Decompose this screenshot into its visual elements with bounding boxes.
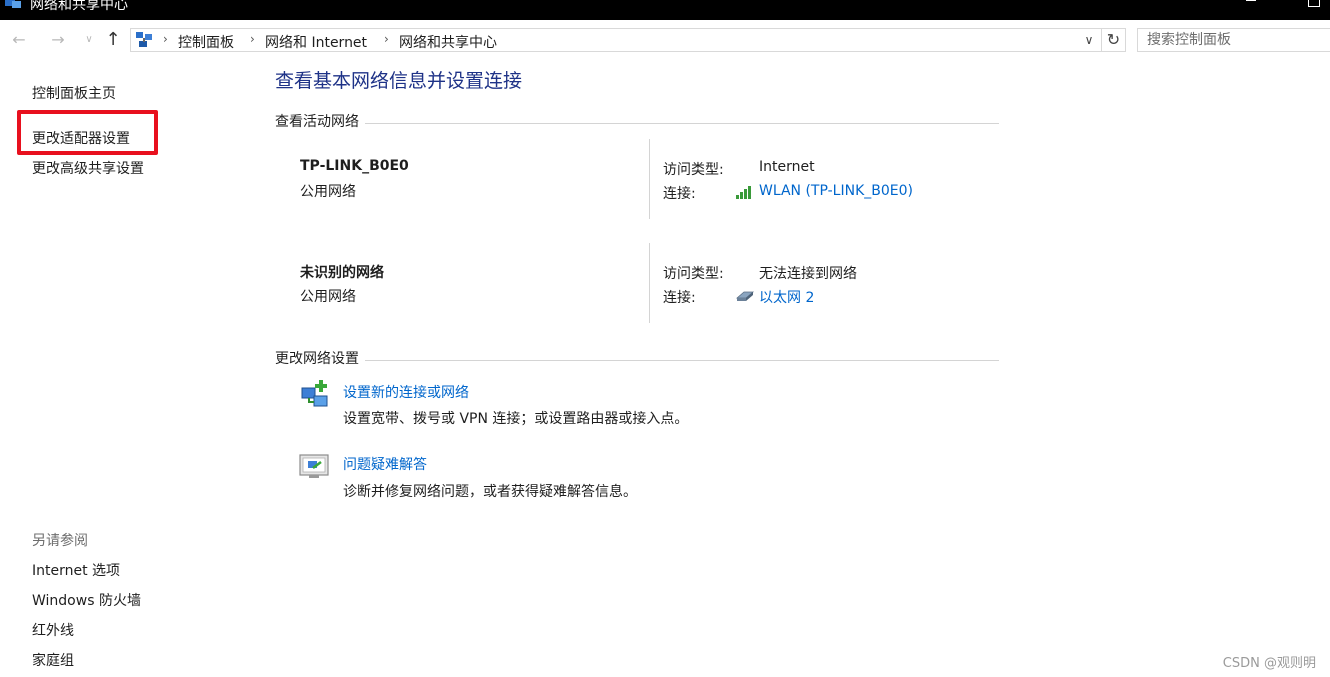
new-connection-icon (301, 380, 328, 407)
connection-label: 连接: (663, 186, 696, 202)
control-panel-network-icon (136, 32, 152, 47)
wlan-connection-link[interactable]: WLAN (TP-LINK_B0E0) (759, 183, 913, 199)
breadcrumb-control-panel[interactable]: 控制面板 (178, 32, 234, 52)
infrared-link[interactable]: 红外线 (32, 620, 74, 640)
setup-new-connection-description: 设置宽带、拨号或 VPN 连接；或设置路由器或接入点。 (343, 411, 689, 427)
breadcrumb-separator-icon: › (384, 32, 389, 46)
network-center-icon (5, 0, 21, 8)
forward-arrow-icon[interactable]: → (48, 30, 68, 50)
network-category[interactable]: 公用网络 (300, 286, 356, 306)
troubleshoot-problems-link[interactable]: 问题疑难解答 (343, 454, 427, 474)
search-input[interactable] (1138, 29, 1330, 51)
ethernet-icon (735, 291, 755, 301)
breadcrumb-separator-icon: › (163, 32, 168, 46)
navigation-bar: ← → ∨ ↑ › 控制面板 › 网络和 Internet › 网络和共享中心 … (0, 20, 1330, 62)
watermark-text: CSDN @观则明 (1222, 656, 1316, 671)
access-type-value: Internet (759, 159, 815, 175)
see-also-heading: 另请参阅 (32, 533, 88, 549)
change-settings-heading: 更改网络设置 (275, 348, 365, 368)
breadcrumb-network-internet[interactable]: 网络和 Internet (265, 32, 367, 52)
left-pane: 控制面板主页 更改适配器设置 更改高级共享设置 另请参阅 Internet 选项… (0, 62, 260, 677)
active-networks-heading: 查看活动网络 (275, 111, 365, 131)
breadcrumb-network-sharing-center[interactable]: 网络和共享中心 (399, 32, 497, 52)
network-category[interactable]: 公用网络 (300, 181, 356, 201)
title-bar: 网络和共享中心 (0, 0, 1330, 20)
windows-firewall-link[interactable]: Windows 防火墙 (32, 590, 141, 610)
recent-locations-chevron-icon[interactable]: ∨ (79, 30, 99, 50)
network-divider (649, 243, 650, 323)
address-dropdown-chevron-icon[interactable]: ∨ (1081, 31, 1097, 49)
refresh-icon[interactable]: ↻ (1101, 28, 1125, 52)
control-panel-home-link[interactable]: 控制面板主页 (32, 83, 116, 103)
network-name: 未识别的网络 (300, 265, 384, 281)
troubleshoot-icon (299, 454, 329, 478)
connection-label: 连接: (663, 290, 696, 306)
up-arrow-icon[interactable]: ↑ (103, 30, 123, 50)
network-divider (649, 139, 650, 219)
address-bar[interactable]: › 控制面板 › 网络和 Internet › 网络和共享中心 ∨ ↻ (130, 28, 1126, 52)
network-name: TP-LINK_B0E0 (300, 158, 409, 174)
maximize-button[interactable] (1308, 0, 1320, 7)
ethernet-connection-link[interactable]: 以太网 2 (759, 287, 814, 307)
minimize-button[interactable] (1246, 0, 1256, 1)
access-type-label: 访问类型: (663, 266, 724, 282)
setup-new-connection-link[interactable]: 设置新的连接或网络 (343, 382, 469, 402)
change-advanced-sharing-link[interactable]: 更改高级共享设置 (32, 158, 144, 178)
breadcrumb-separator-icon: › (250, 32, 255, 46)
search-box[interactable] (1137, 28, 1330, 52)
change-adapter-settings-link[interactable]: 更改适配器设置 (32, 128, 130, 148)
section-divider (275, 123, 999, 124)
internet-options-link[interactable]: Internet 选项 (32, 560, 120, 580)
homegroup-link[interactable]: 家庭组 (32, 650, 74, 670)
troubleshoot-problems-description: 诊断并修复网络问题，或者获得疑难解答信息。 (343, 484, 637, 500)
section-divider (275, 360, 999, 361)
access-type-label: 访问类型: (663, 162, 724, 178)
window-title: 网络和共享中心 (30, 0, 128, 13)
access-type-value: 无法连接到网络 (759, 266, 857, 282)
page-title: 查看基本网络信息并设置连接 (275, 70, 523, 92)
back-arrow-icon[interactable]: ← (9, 30, 29, 50)
wifi-signal-icon (736, 186, 751, 199)
